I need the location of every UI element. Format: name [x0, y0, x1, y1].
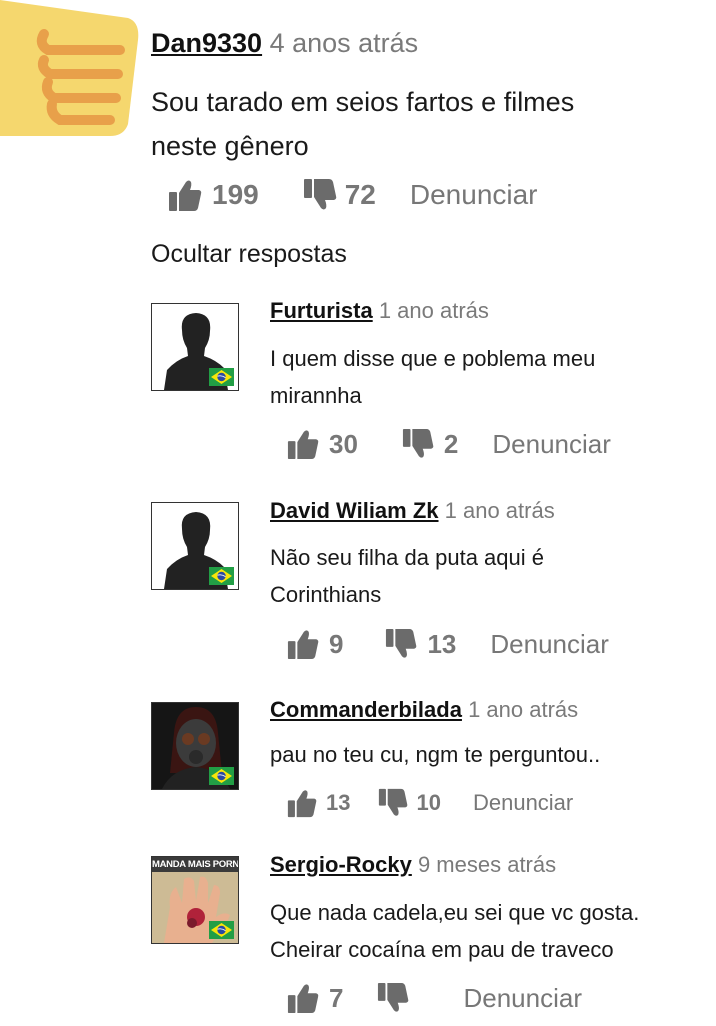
- brazil-flag-icon: [209, 767, 234, 785]
- reply-username[interactable]: Furturista: [270, 298, 373, 323]
- reply-time: 9 meses atrás: [417, 852, 557, 877]
- like-count: 199: [212, 179, 259, 210]
- avatar-caption: MANDA MAIS PORN: [152, 859, 239, 870]
- reply-time: 1 ano atrás: [378, 298, 489, 323]
- dislike-count: 10: [416, 790, 441, 815]
- dislike-count: 72: [344, 179, 376, 210]
- reply-text: Não seu filha da puta aqui é Corinthians: [270, 545, 544, 607]
- like-count: 30: [329, 428, 358, 459]
- dislike-icon[interactable]: [402, 428, 434, 460]
- comment-text: Sou tarado em seios fartos e filmes nest…: [151, 87, 575, 161]
- brazil-flag-icon: [209, 921, 234, 939]
- dislike-count: 13: [427, 628, 457, 659]
- reply-votes: 13 10 Denunciar: [287, 788, 573, 818]
- reply-text: Que nada cadela,eu sei que vc gosta. Che…: [270, 900, 640, 962]
- dislike-icon[interactable]: [303, 178, 337, 212]
- reply-time: 1 ano atrás: [468, 697, 579, 722]
- reply-text: pau no teu cu, ngm te perguntou..: [270, 742, 601, 767]
- reply-votes: 9 13 Denunciar: [287, 628, 609, 660]
- like-icon[interactable]: [287, 428, 319, 460]
- comment-username[interactable]: Dan9330: [151, 28, 262, 58]
- reply-votes: 30 2 Denunciar: [287, 428, 611, 460]
- dislike-icon[interactable]: [378, 788, 408, 818]
- avatar[interactable]: [151, 702, 239, 790]
- report-link[interactable]: Denunciar: [410, 179, 538, 211]
- reply-time: 1 ano atrás: [444, 498, 555, 523]
- report-link[interactable]: Denunciar: [473, 790, 573, 816]
- dislike-icon[interactable]: [377, 982, 409, 1014]
- comment-votes: 199 72 Denunciar: [168, 178, 538, 212]
- like-count: 7: [329, 982, 344, 1013]
- reply-votes: 7 Denunciar: [287, 982, 582, 1014]
- brazil-flag-icon: [209, 368, 234, 386]
- comment-time: 4 anos atrás: [269, 28, 419, 58]
- like-count: 13: [326, 790, 351, 815]
- avatar[interactable]: [151, 303, 239, 391]
- dislike-icon[interactable]: [385, 628, 417, 660]
- reply-username[interactable]: David Wiliam Zk: [270, 498, 439, 523]
- like-icon[interactable]: [287, 628, 319, 660]
- like-icon[interactable]: [168, 178, 202, 212]
- avatar[interactable]: [151, 502, 239, 590]
- report-link[interactable]: Denunciar: [492, 429, 611, 460]
- thumb-badge-icon: [0, 0, 140, 138]
- reply-username[interactable]: Sergio-Rocky: [270, 852, 412, 877]
- avatar[interactable]: MANDA MAIS PORN: [151, 856, 239, 944]
- like-icon[interactable]: [287, 982, 319, 1014]
- report-link[interactable]: Denunciar: [463, 983, 582, 1014]
- reply-username[interactable]: Commanderbilada: [270, 697, 462, 722]
- report-link[interactable]: Denunciar: [490, 629, 609, 660]
- dislike-count: 2: [443, 428, 459, 459]
- hide-replies-link[interactable]: Ocultar respostas: [151, 240, 347, 269]
- reply-text: I quem disse que e poblema meu mirannha: [270, 346, 596, 408]
- like-icon[interactable]: [287, 788, 317, 818]
- like-count: 9: [329, 628, 344, 659]
- brazil-flag-icon: [209, 567, 234, 585]
